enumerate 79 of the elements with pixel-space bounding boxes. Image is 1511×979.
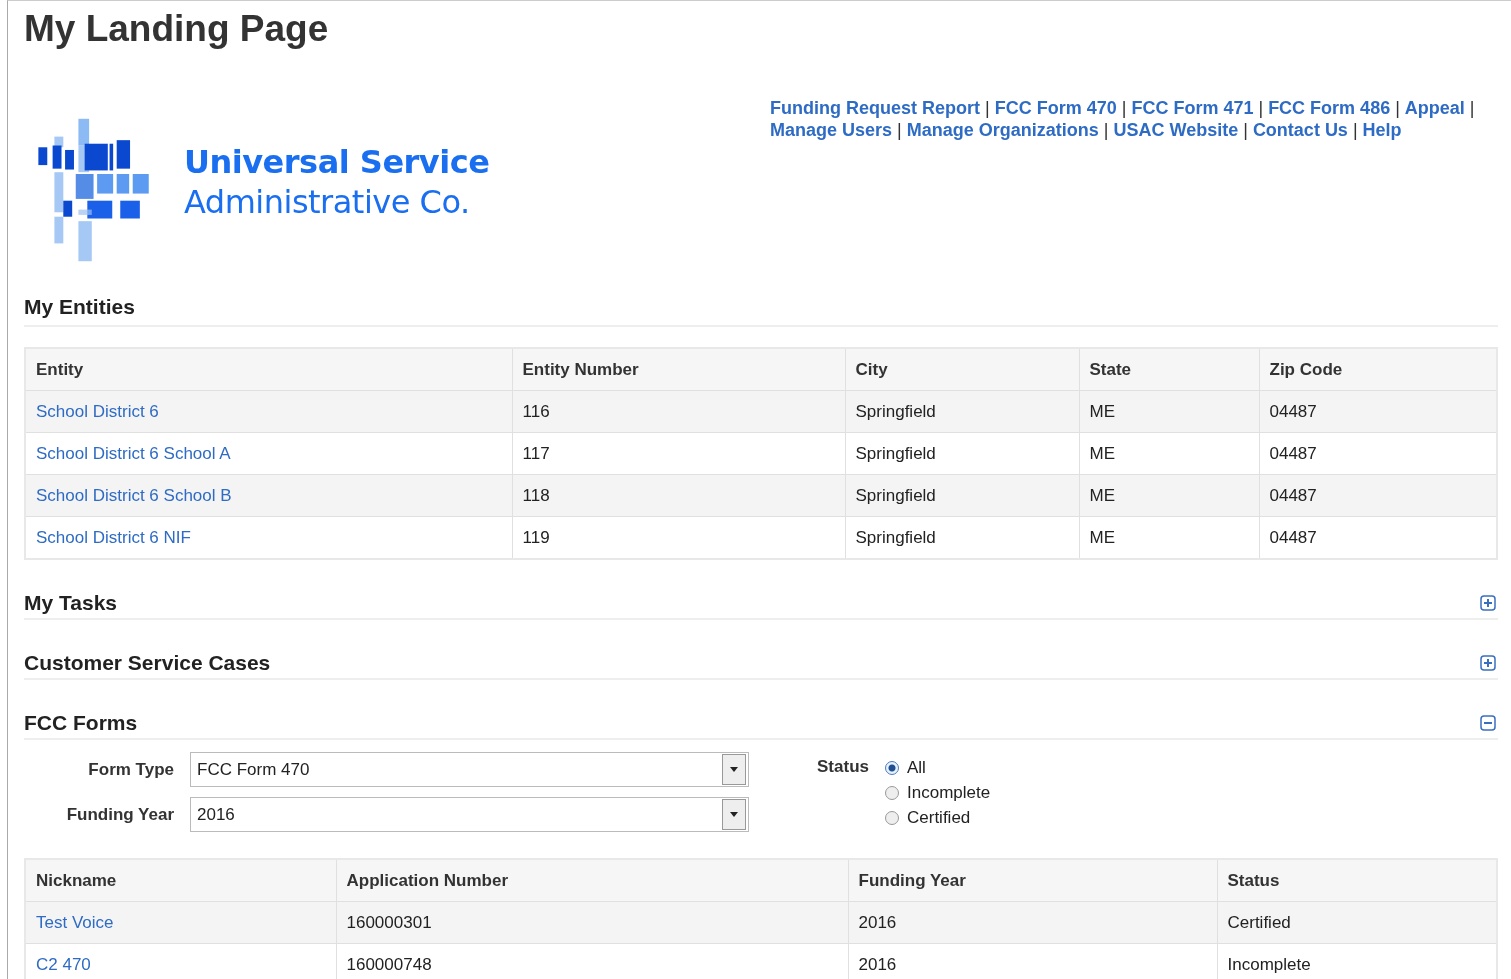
column-header: Entity Number xyxy=(512,348,845,391)
table-cell: 2016 xyxy=(858,954,897,974)
link-separator: | xyxy=(1352,120,1358,140)
page-title: My Landing Page xyxy=(24,7,330,51)
link-separator: | xyxy=(1103,120,1109,140)
link-separator: | xyxy=(985,98,990,118)
form-type-dropdown[interactable]: FCC Form 470 xyxy=(190,752,749,787)
table-cell: 160000748 xyxy=(346,954,432,974)
table-cell: 118 xyxy=(522,485,550,505)
table-cell: ME xyxy=(1089,401,1115,421)
collapse-icon[interactable] xyxy=(1480,715,1496,731)
column-header: Application Number xyxy=(336,859,848,902)
nav-link[interactable]: Manage Users xyxy=(770,120,893,140)
table-cell: 04487 xyxy=(1269,443,1317,463)
nav-link[interactable]: Help xyxy=(1362,120,1402,140)
table-cell: Certified xyxy=(1227,912,1291,932)
radio-button[interactable] xyxy=(885,811,899,825)
entity-link[interactable]: School District 6 School B xyxy=(36,485,232,505)
nav-link[interactable]: USAC Website xyxy=(1113,120,1239,140)
radio-button[interactable] xyxy=(885,761,899,775)
column-header: Status xyxy=(1217,859,1497,902)
table-cell: 117 xyxy=(522,443,550,463)
funding-year-dropdown[interactable]: 2016 xyxy=(190,797,749,832)
table-cell: 2016 xyxy=(858,912,897,932)
table-cell: Springfield xyxy=(855,401,936,421)
caret-icon xyxy=(730,812,738,817)
nav-link[interactable]: FCC Form 486 xyxy=(1268,98,1391,118)
radio-label[interactable]: All xyxy=(907,758,926,778)
nav-link[interactable]: FCC Form 471 xyxy=(1131,98,1254,118)
table-cell: 160000301 xyxy=(346,912,432,932)
field-label: Status xyxy=(816,757,869,778)
table-cell: Springfield xyxy=(855,443,936,463)
caret-icon xyxy=(730,767,738,772)
table-cell: 04487 xyxy=(1269,485,1317,505)
table-cell: Springfield xyxy=(855,485,936,505)
table-cell: Incomplete xyxy=(1227,954,1311,974)
expand-icon[interactable] xyxy=(1480,655,1496,671)
entity-link[interactable]: School District 6 xyxy=(36,401,159,421)
field-label: Funding Year xyxy=(65,804,174,825)
radio-label[interactable]: Incomplete xyxy=(907,783,991,803)
form-link[interactable]: C2 470 xyxy=(36,954,91,974)
nav-link[interactable]: FCC Form 470 xyxy=(994,98,1117,118)
logo-text: Universal Service xyxy=(184,142,490,182)
link-separator: | xyxy=(897,120,902,140)
link-separator: | xyxy=(1243,120,1248,140)
entity-link[interactable]: School District 6 NIF xyxy=(36,527,191,547)
nav-link[interactable]: Contact Us xyxy=(1252,120,1348,140)
column-header: Entity xyxy=(25,348,512,391)
table-cell: ME xyxy=(1089,443,1115,463)
logo-text: Administrative Co. xyxy=(184,182,471,222)
nav-link[interactable]: Funding Request Report xyxy=(770,98,980,118)
column-header: City xyxy=(845,348,1079,391)
radio-button[interactable] xyxy=(885,786,899,800)
table-cell: 116 xyxy=(522,401,550,421)
section-title: Customer Service Cases xyxy=(24,651,271,675)
section-title: FCC Forms xyxy=(24,711,138,735)
section-title: My Entities xyxy=(24,295,135,319)
link-separator: | xyxy=(1395,98,1400,118)
nav-link[interactable]: Appeal xyxy=(1404,98,1465,118)
expand-icon[interactable] xyxy=(1480,595,1496,611)
table-cell: ME xyxy=(1089,527,1115,547)
table-cell: 04487 xyxy=(1269,401,1317,421)
section-title: My Tasks xyxy=(24,591,117,615)
column-header: Nickname xyxy=(25,859,336,902)
form-link[interactable]: Test Voice xyxy=(36,912,114,932)
link-separator: | xyxy=(1121,98,1127,118)
table-cell: ME xyxy=(1089,485,1115,505)
entity-link[interactable]: School District 6 School A xyxy=(36,443,231,463)
link-separator: | xyxy=(1258,98,1264,118)
column-header: State xyxy=(1079,348,1259,391)
link-separator: | xyxy=(1469,98,1475,118)
table-cell: 04487 xyxy=(1269,527,1317,547)
table-cell: Springfield xyxy=(855,527,936,547)
column-header: Funding Year xyxy=(848,859,1217,902)
table-cell: 119 xyxy=(522,527,550,547)
nav-link[interactable]: Manage Organizations xyxy=(906,120,1099,140)
column-header: Zip Code xyxy=(1259,348,1497,391)
radio-label[interactable]: Certified xyxy=(907,808,971,828)
field-label: Form Type xyxy=(87,759,174,780)
